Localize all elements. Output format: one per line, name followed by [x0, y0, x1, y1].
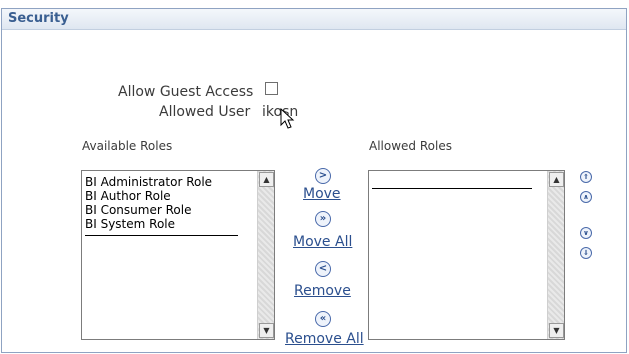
list-separator — [85, 235, 238, 236]
list-separator — [372, 188, 532, 189]
scroll-down-icon[interactable]: ▼ — [259, 323, 274, 338]
allowed-user-label: Allowed User — [159, 104, 251, 120]
move-top-icon[interactable]: ⇑ — [580, 171, 592, 183]
available-scrollbar[interactable]: ▲ ▼ — [257, 171, 274, 339]
allow-guest-label: Allow Guest Access — [118, 84, 254, 100]
remove-button[interactable]: Remove — [294, 283, 351, 299]
move-all-right-icon[interactable]: » — [315, 211, 331, 227]
move-right-icon[interactable]: > — [315, 168, 331, 184]
list-item[interactable]: BI Consumer Role — [82, 203, 274, 217]
move-up-icon[interactable]: ∧ — [580, 191, 592, 203]
list-item[interactable]: BI System Role — [82, 217, 274, 231]
allowed-roles-list[interactable]: ▲ ▼ — [368, 170, 565, 340]
move-left-icon[interactable]: < — [315, 261, 331, 277]
move-all-button[interactable]: Move All — [293, 234, 352, 250]
available-roles-list[interactable]: BI Administrator Role BI Author Role BI … — [81, 170, 275, 340]
allow-guest-checkbox[interactable] — [265, 82, 278, 95]
list-item[interactable]: BI Administrator Role — [82, 175, 274, 189]
list-item[interactable]: BI Author Role — [82, 189, 274, 203]
scroll-up-icon[interactable]: ▲ — [549, 172, 564, 187]
move-down-icon[interactable]: ∨ — [580, 227, 592, 239]
move-all-left-icon[interactable]: « — [315, 311, 331, 327]
scroll-up-icon[interactable]: ▲ — [259, 172, 274, 187]
move-button[interactable]: Move — [303, 186, 341, 202]
available-roles-label: Available Roles — [82, 139, 173, 153]
section-title: Security — [8, 11, 69, 26]
allowed-scrollbar[interactable]: ▲ ▼ — [547, 171, 564, 339]
allowed-roles-label: Allowed Roles — [369, 139, 452, 153]
remove-all-button[interactable]: Remove All — [285, 331, 364, 347]
section-header: Security — [2, 8, 626, 30]
mouse-pointer-icon — [280, 108, 295, 129]
move-bottom-icon[interactable]: ⇓ — [580, 247, 592, 259]
scroll-down-icon[interactable]: ▼ — [549, 323, 564, 338]
